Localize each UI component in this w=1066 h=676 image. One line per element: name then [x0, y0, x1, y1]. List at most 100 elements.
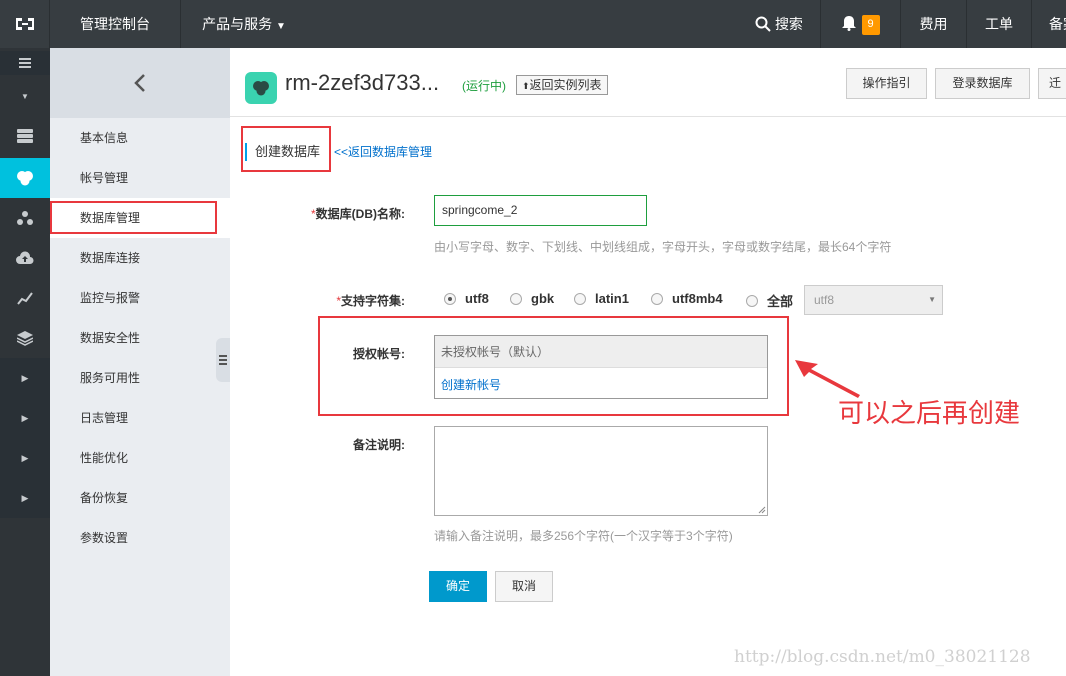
nav-cloud-upload[interactable]	[0, 238, 50, 278]
instance-name: rm-2zef3d733...	[285, 70, 440, 95]
cloud-upload-icon	[16, 251, 34, 264]
remark-hint: 请输入备注说明，最多256个字符(一个汉字等于3个字符)	[434, 529, 733, 543]
migrate-button[interactable]: 迁	[1038, 68, 1066, 99]
rds-instance-icon	[245, 72, 277, 104]
hamburger-icon	[19, 58, 31, 68]
annotation-text: 可以之后再创建	[838, 399, 1021, 429]
guide-button[interactable]: 操作指引	[846, 68, 927, 99]
login-db-button[interactable]: 登录数据库	[935, 68, 1030, 99]
db-name-label: *数据库(DB)名称:	[290, 205, 405, 222]
nav-expand-4[interactable]: ▶	[0, 478, 50, 518]
cancel-button[interactable]: 取消	[495, 571, 553, 602]
radio-unchecked-icon	[510, 292, 522, 305]
resize-handle-icon	[758, 506, 766, 514]
chevron-right-icon: ▶	[21, 412, 29, 423]
radio-label: utf8mb4	[672, 291, 723, 306]
radio-checked-icon	[444, 292, 456, 305]
radio-unchecked-icon	[574, 292, 586, 305]
nav-layers[interactable]	[0, 318, 50, 358]
radio-unchecked-icon	[746, 294, 758, 307]
nav-expand-3[interactable]: ▶	[0, 438, 50, 478]
nav-monitor[interactable]	[0, 278, 50, 318]
charset-radio-gbk[interactable]: gbk	[510, 291, 554, 306]
radio-unchecked-icon	[651, 292, 663, 305]
nav-network[interactable]	[0, 198, 50, 238]
remark-label: 备注说明:	[353, 438, 405, 452]
database-cloud-icon	[17, 171, 33, 186]
search-label: 搜索	[774, 16, 803, 32]
layers-icon	[17, 331, 33, 346]
instance-status: (运行中)	[462, 79, 506, 93]
server-icon	[17, 129, 33, 143]
sidebar-item-performance[interactable]: 性能优化	[50, 438, 230, 478]
chevron-right-icon: ▶	[21, 492, 29, 503]
menu-toggle[interactable]	[0, 51, 50, 75]
sidebar-item-backup[interactable]: 备份恢复	[50, 478, 230, 518]
nav-rds[interactable]	[0, 158, 50, 198]
console-label: 管理控制台	[80, 16, 150, 32]
record-label: 备案	[1049, 16, 1066, 32]
tickets-link[interactable]: 工单	[967, 0, 1032, 48]
chevron-right-icon: ▶	[21, 372, 29, 383]
chevron-right-icon: ▶	[21, 452, 29, 463]
charset-label-text: 支持字符集:	[341, 294, 405, 308]
radio-label: latin1	[595, 291, 629, 306]
highlight-account-section	[318, 316, 789, 416]
charset-label: *支持字符集:	[290, 292, 405, 309]
sidebar-back-button[interactable]	[50, 48, 230, 118]
chevron-left-icon	[134, 74, 145, 92]
sidebar-collapse-handle[interactable]	[216, 338, 230, 382]
db-name-label-text: 数据库(DB)名称:	[315, 207, 405, 221]
sidebar-item-accounts[interactable]: 帐号管理	[50, 158, 230, 198]
collapse-lines-icon	[219, 355, 227, 365]
aliyun-logo-icon[interactable]	[0, 0, 50, 48]
radio-label: gbk	[531, 291, 555, 306]
watermark: http://blog.csdn.net/m0_38021128	[734, 647, 1031, 667]
instance-sidebar: 基本信息 帐号管理 数据库管理 数据库连接 监控与报警 数据安全性 服务可用性 …	[50, 48, 230, 676]
remark-textarea[interactable]	[434, 426, 768, 516]
radio-label: utf8	[465, 291, 489, 306]
notification-badge: 9	[861, 15, 880, 36]
sidebar-item-security[interactable]: 数据安全性	[50, 318, 230, 358]
back-to-list-label: 返回实例列表	[529, 78, 602, 92]
network-nodes-icon	[17, 211, 33, 225]
charset-radio-latin1[interactable]: latin1	[574, 291, 629, 306]
db-name-hint: 由小写字母、数字、下划线、中划线组成，字母开头，字母或数字结尾，最长64个字符	[434, 240, 892, 254]
product-icon-bar: ▼ ▶ ▶ ▶ ▶	[0, 48, 50, 676]
caret-down-icon: ▼	[275, 21, 286, 32]
record-link[interactable]: 备案	[1032, 0, 1066, 48]
billing-label: 费用	[919, 16, 948, 32]
caret-down-icon: ▼	[21, 91, 29, 101]
sidebar-item-parameters[interactable]: 参数设置	[50, 518, 230, 558]
charset-select-value: utf8	[814, 293, 835, 307]
confirm-button[interactable]: 确定	[429, 571, 487, 602]
products-label: 产品与服务	[202, 16, 273, 32]
sidebar-item-basic-info[interactable]: 基本信息	[50, 118, 230, 158]
sidebar-item-connection[interactable]: 数据库连接	[50, 238, 230, 278]
expand-toggle[interactable]: ▼	[0, 84, 50, 108]
sidebar-item-logs[interactable]: 日志管理	[50, 398, 230, 438]
select-arrow-icon: ▼	[928, 295, 936, 304]
charset-radio-utf8mb4[interactable]: utf8mb4	[651, 291, 723, 306]
sidebar-item-availability[interactable]: 服务可用性	[50, 358, 230, 398]
nav-expand-2[interactable]: ▶	[0, 398, 50, 438]
instance-header: rm-2zef3d733... (运行中) ⬆返回实例列表 操作指引 登录数据库…	[230, 48, 1066, 117]
billing-link[interactable]: 费用	[901, 0, 967, 48]
charset-radio-utf8[interactable]: utf8	[444, 291, 489, 306]
highlight-db-management	[50, 201, 217, 234]
nav-expand-1[interactable]: ▶	[0, 358, 50, 398]
console-link[interactable]: 管理控制台	[50, 0, 181, 48]
notification-button[interactable]: 9	[821, 0, 901, 48]
sidebar-item-monitoring[interactable]: 监控与报警	[50, 278, 230, 318]
trend-chart-icon	[17, 292, 33, 305]
nav-ecs[interactable]	[0, 116, 50, 156]
back-to-db-management-link[interactable]: <<返回数据库管理	[334, 143, 432, 161]
bell-icon	[841, 16, 856, 31]
charset-select: utf8 ▼	[804, 285, 943, 315]
db-name-input[interactable]: springcome_2	[434, 195, 647, 226]
charset-radio-all[interactable]: 全部	[746, 291, 793, 310]
radio-label: 全部	[767, 294, 794, 309]
back-to-list-button[interactable]: ⬆返回实例列表	[516, 75, 608, 95]
search-button[interactable]: 搜索	[738, 0, 821, 48]
products-menu[interactable]: 产品与服务 ▼	[181, 0, 307, 48]
